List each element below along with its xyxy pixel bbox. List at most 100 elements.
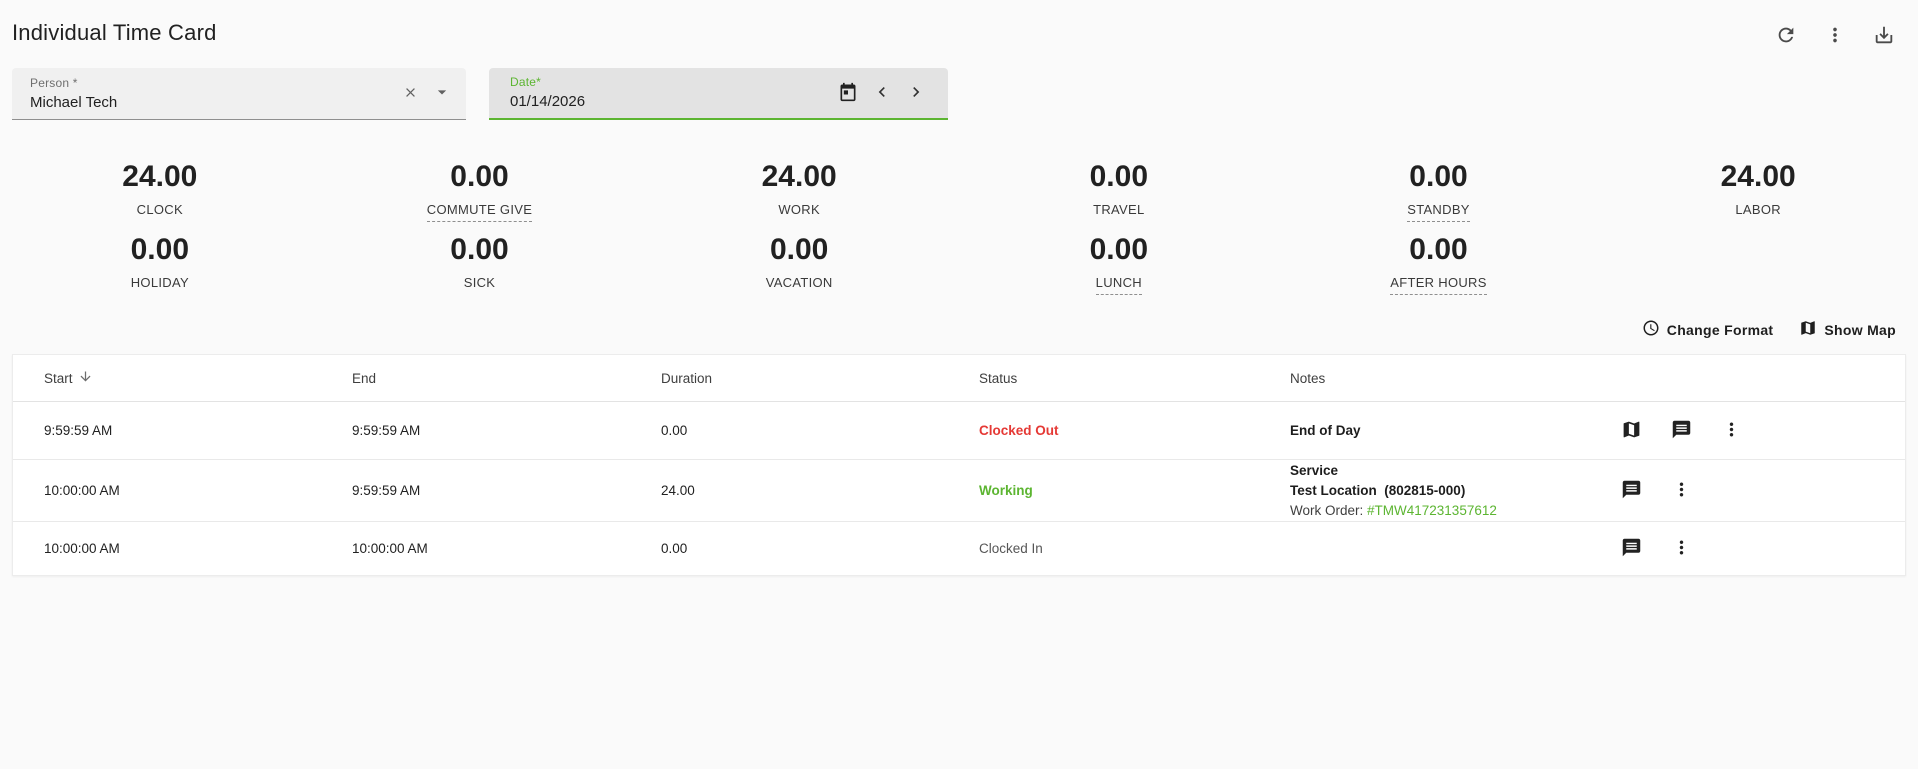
top-bar: Individual Time Card: [0, 0, 1918, 68]
stat-holiday-value: 0.00: [130, 233, 190, 266]
row-more-button[interactable]: [1669, 537, 1693, 561]
table-row: 10:00:00 AM 9:59:59 AM 24.00 Working Ser…: [13, 460, 1905, 522]
cell-duration: 24.00: [661, 483, 695, 498]
row-actions: [1619, 537, 1885, 561]
note-type: Service: [1290, 462, 1339, 478]
calendar-picker-button[interactable]: [836, 81, 860, 105]
kebab-menu-icon: [1824, 24, 1846, 49]
cell-end: 9:59:59 AM: [352, 483, 421, 498]
table-row: 9:59:59 AM 9:59:59 AM 0.00 Clocked Out E…: [13, 402, 1905, 460]
stat-standby-value: 0.00: [1409, 160, 1468, 193]
refresh-button[interactable]: [1774, 24, 1798, 48]
stat-standby: 0.00 STANDBY: [1279, 156, 1599, 222]
stat-commute-give-label: COMMUTE GIVE: [426, 202, 533, 222]
stat-labor-label: LABOR: [1735, 202, 1781, 217]
map-icon: [1799, 319, 1817, 340]
stat-after-hours-label: AFTER HOURS: [1390, 275, 1487, 295]
cell-start: 10:00:00 AM: [44, 483, 120, 498]
cell-notes: Service Test Location (802815-000) Work …: [1290, 461, 1619, 521]
kebab-menu-icon: [1671, 537, 1692, 561]
cell-start: 9:59:59 AM: [44, 423, 113, 438]
stat-work-value: 24.00: [761, 160, 837, 193]
stat-after-hours-value: 0.00: [1409, 233, 1468, 266]
column-header-duration[interactable]: Duration: [661, 371, 979, 386]
download-icon: [1873, 24, 1895, 49]
table-row: 10:00:00 AM 10:00:00 AM 0.00 Clocked In: [13, 522, 1905, 575]
row-map-button[interactable]: [1619, 419, 1643, 443]
date-field[interactable]: Date* 01/14/2026: [489, 68, 948, 120]
stat-lunch: 0.00 LUNCH: [959, 229, 1279, 295]
stat-travel-label: TRAVEL: [1093, 202, 1145, 217]
date-field-controls: [836, 68, 928, 118]
stat-vacation-label: VACATION: [765, 275, 833, 290]
clock-icon: [1642, 319, 1660, 340]
sort-descending-icon: [78, 369, 93, 387]
kebab-menu-icon: [1671, 479, 1692, 503]
work-order-label: Work Order:: [1290, 502, 1368, 518]
close-icon: [403, 85, 418, 103]
more-options-button[interactable]: [1823, 24, 1847, 48]
stat-sick-label: SICK: [463, 275, 496, 290]
stat-empty-cell: [1598, 229, 1918, 295]
row-comment-button[interactable]: [1619, 479, 1643, 503]
show-map-button[interactable]: Show Map: [1799, 319, 1896, 340]
row-more-button[interactable]: [1669, 479, 1693, 503]
column-header-end[interactable]: End: [352, 371, 661, 386]
column-header-status[interactable]: Status: [979, 371, 1290, 386]
comment-icon: [1621, 537, 1642, 561]
stat-after-hours: 0.00 AFTER HOURS: [1279, 229, 1599, 295]
column-header-notes[interactable]: Notes: [1290, 371, 1619, 386]
row-comment-button[interactable]: [1669, 419, 1693, 443]
cell-end: 10:00:00 AM: [352, 541, 428, 556]
view-toolbar: Change Format Show Map: [0, 319, 1918, 340]
stat-commute-give: 0.00 COMMUTE GIVE: [320, 156, 640, 222]
stat-lunch-value: 0.00: [1089, 233, 1149, 266]
change-format-button[interactable]: Change Format: [1642, 319, 1774, 340]
filter-bar: Person * Michael Tech Date* 01/14/2026: [0, 68, 1918, 120]
stat-travel-value: 0.00: [1089, 160, 1149, 193]
stat-commute-give-value: 0.00: [450, 160, 509, 193]
map-icon: [1621, 419, 1642, 443]
stat-labor: 24.00 LABOR: [1598, 156, 1918, 222]
stat-sick-value: 0.00: [450, 233, 509, 266]
cell-end: 9:59:59 AM: [352, 423, 421, 438]
status-badge: Clocked Out: [979, 423, 1059, 438]
row-more-button[interactable]: [1719, 419, 1743, 443]
chevron-right-icon: [906, 82, 926, 105]
row-comment-button[interactable]: [1619, 537, 1643, 561]
page-title: Individual Time Card: [12, 20, 217, 45]
stat-vacation: 0.00 VACATION: [639, 229, 959, 295]
arrow-drop-down-icon: [432, 82, 452, 105]
show-map-label: Show Map: [1824, 321, 1896, 338]
row-actions: [1619, 419, 1885, 443]
person-field[interactable]: Person * Michael Tech: [12, 68, 466, 120]
cell-duration: 0.00: [661, 423, 688, 438]
column-header-start[interactable]: Start: [44, 369, 352, 387]
stat-standby-label: STANDBY: [1407, 202, 1470, 222]
clear-person-button[interactable]: [398, 82, 422, 106]
stat-work: 24.00 WORK: [639, 156, 959, 222]
stat-lunch-label: LUNCH: [1095, 275, 1142, 295]
stat-labor-value: 24.00: [1720, 160, 1796, 193]
stat-clock-label: CLOCK: [136, 202, 183, 217]
change-format-label: Change Format: [1666, 321, 1774, 338]
next-day-button[interactable]: [904, 81, 928, 105]
stat-holiday-label: HOLIDAY: [130, 275, 189, 290]
summary-stats: 24.00 CLOCK 0.00 COMMUTE GIVE 24.00 WORK…: [0, 156, 1918, 295]
individual-time-card-page: Individual Time Card Person * Michael Te…: [0, 0, 1918, 769]
person-dropdown-button[interactable]: [430, 82, 454, 106]
table-header-row: Start End Duration Status Notes: [13, 355, 1905, 402]
stat-clock: 24.00 CLOCK: [0, 156, 320, 222]
comment-icon: [1621, 479, 1642, 503]
stat-travel: 0.00 TRAVEL: [959, 156, 1279, 222]
previous-day-button[interactable]: [870, 81, 894, 105]
cell-start: 10:00:00 AM: [44, 541, 120, 556]
download-button[interactable]: [1872, 24, 1896, 48]
note-work-order: Work Order: #TMW417231357612: [1290, 501, 1619, 521]
comment-icon: [1671, 419, 1692, 443]
status-badge: Clocked In: [979, 541, 1043, 556]
calendar-icon: [838, 82, 858, 105]
kebab-menu-icon: [1721, 419, 1742, 443]
chevron-left-icon: [872, 82, 892, 105]
work-order-link[interactable]: #TMW417231357612: [1367, 503, 1497, 518]
